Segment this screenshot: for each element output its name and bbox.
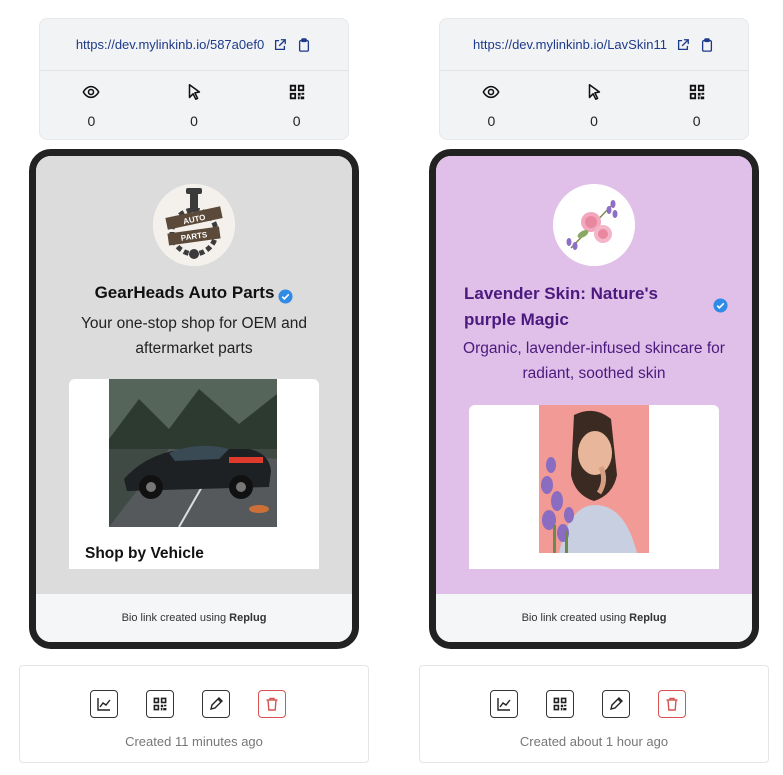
views-count: 0 (487, 113, 496, 129)
clipboard-icon[interactable] (699, 37, 715, 53)
cursor-icon (185, 83, 203, 101)
stat-scans: 0 (245, 83, 348, 141)
profile-bio: Organic, lavender-infused skincare for r… (463, 340, 725, 382)
profile-name-container: GearHeads Auto Parts (36, 280, 352, 306)
bio-preview-phone[interactable]: AUTO PARTS GearHeads Auto Parts Your one… (29, 149, 359, 649)
profile-bio: Your one-stop shop for OEM and aftermark… (80, 315, 308, 357)
car-image (109, 379, 277, 527)
action-buttons (490, 690, 686, 718)
edit-button[interactable] (602, 690, 630, 718)
stat-views: 0 (40, 83, 143, 141)
delete-button[interactable] (258, 690, 286, 718)
profile-name: GearHeads Auto Parts (94, 283, 275, 302)
link-row: https://dev.mylinkinb.io/LavSkin11 (440, 19, 748, 71)
analytics-button[interactable] (90, 690, 118, 718)
content-card-title: Shop by Vehicle (85, 545, 204, 562)
trash-icon (266, 697, 278, 711)
bio-preview-phone[interactable]: Lavender Skin: Nature's purple Magic Org… (429, 149, 759, 649)
lavender-flower-logo (553, 184, 635, 266)
link-info-card: https://dev.mylinkinb.io/LavSkin11 0 0 0 (439, 18, 749, 140)
actions-card: Created about 1 hour ago (419, 665, 769, 763)
bio-link-card-gearheads: https://dev.mylinkinb.io/587a0ef0 0 0 0 … (19, 0, 369, 775)
footer-brand[interactable]: Replug (229, 612, 266, 624)
link-info-card: https://dev.mylinkinb.io/587a0ef0 0 0 0 (39, 18, 349, 140)
model-image (539, 405, 649, 553)
clipboard-icon[interactable] (296, 37, 312, 53)
eye-icon (82, 83, 100, 101)
content-card-shop[interactable]: Shop by Vehicle (69, 379, 319, 569)
stats-row: 0 0 0 (40, 71, 348, 141)
profile-avatar: AUTO PARTS (153, 184, 235, 266)
action-buttons (90, 690, 286, 718)
link-row: https://dev.mylinkinb.io/587a0ef0 (40, 19, 348, 71)
bio-footer: Bio link created using Replug (36, 594, 352, 642)
footer-prefix: Bio link created using (121, 612, 227, 624)
profile-avatar (553, 184, 635, 266)
eye-icon (482, 83, 500, 101)
chart-line-icon (497, 698, 511, 711)
bio-footer: Bio link created using Replug (436, 594, 752, 642)
bio-preview-body: Lavender Skin: Nature's purple Magic Org… (436, 156, 752, 594)
pencil-icon (610, 697, 623, 710)
stat-scans: 0 (645, 83, 748, 141)
stat-views: 0 (440, 83, 543, 141)
verified-badge-icon (713, 298, 728, 313)
delete-button[interactable] (658, 690, 686, 718)
auto-parts-logo: AUTO PARTS (153, 184, 235, 266)
clicks-count: 0 (190, 113, 198, 129)
scans-count: 0 (292, 113, 301, 129)
qr-code-icon (153, 697, 167, 711)
clicks-count: 0 (590, 113, 598, 129)
stats-row: 0 0 0 (440, 71, 748, 141)
qr-code-icon (688, 83, 706, 101)
verified-badge-icon (278, 286, 293, 304)
qr-code-icon (288, 83, 306, 101)
created-timestamp: Created 11 minutes ago (125, 734, 263, 749)
scans-count: 0 (692, 113, 701, 129)
external-link-icon[interactable] (272, 37, 288, 53)
short-url-link[interactable]: https://dev.mylinkinb.io/587a0ef0 (76, 37, 264, 52)
pencil-icon (210, 697, 223, 710)
bio-preview-body: AUTO PARTS GearHeads Auto Parts Your one… (36, 156, 352, 594)
stat-clicks: 0 (143, 83, 246, 141)
content-card-skin[interactable] (469, 405, 719, 569)
footer-prefix: Bio link created using (521, 612, 627, 624)
short-url-link[interactable]: https://dev.mylinkinb.io/LavSkin11 (473, 37, 667, 52)
actions-card: Created 11 minutes ago (19, 665, 369, 763)
stat-clicks: 0 (543, 83, 646, 141)
edit-button[interactable] (202, 690, 230, 718)
created-timestamp: Created about 1 hour ago (519, 734, 669, 749)
cursor-icon (585, 83, 603, 101)
analytics-button[interactable] (490, 690, 518, 718)
qr-code-button[interactable] (146, 690, 174, 718)
footer-brand[interactable]: Replug (629, 612, 666, 624)
chart-line-icon (97, 698, 111, 711)
qr-code-icon (553, 697, 567, 711)
bio-link-card-lavender: https://dev.mylinkinb.io/LavSkin11 0 0 0… (419, 0, 769, 775)
external-link-icon[interactable] (675, 37, 691, 53)
profile-name: Lavender Skin: Nature's purple Magic (464, 284, 658, 329)
trash-icon (666, 697, 678, 711)
views-count: 0 (87, 113, 96, 129)
qr-code-button[interactable] (546, 690, 574, 718)
